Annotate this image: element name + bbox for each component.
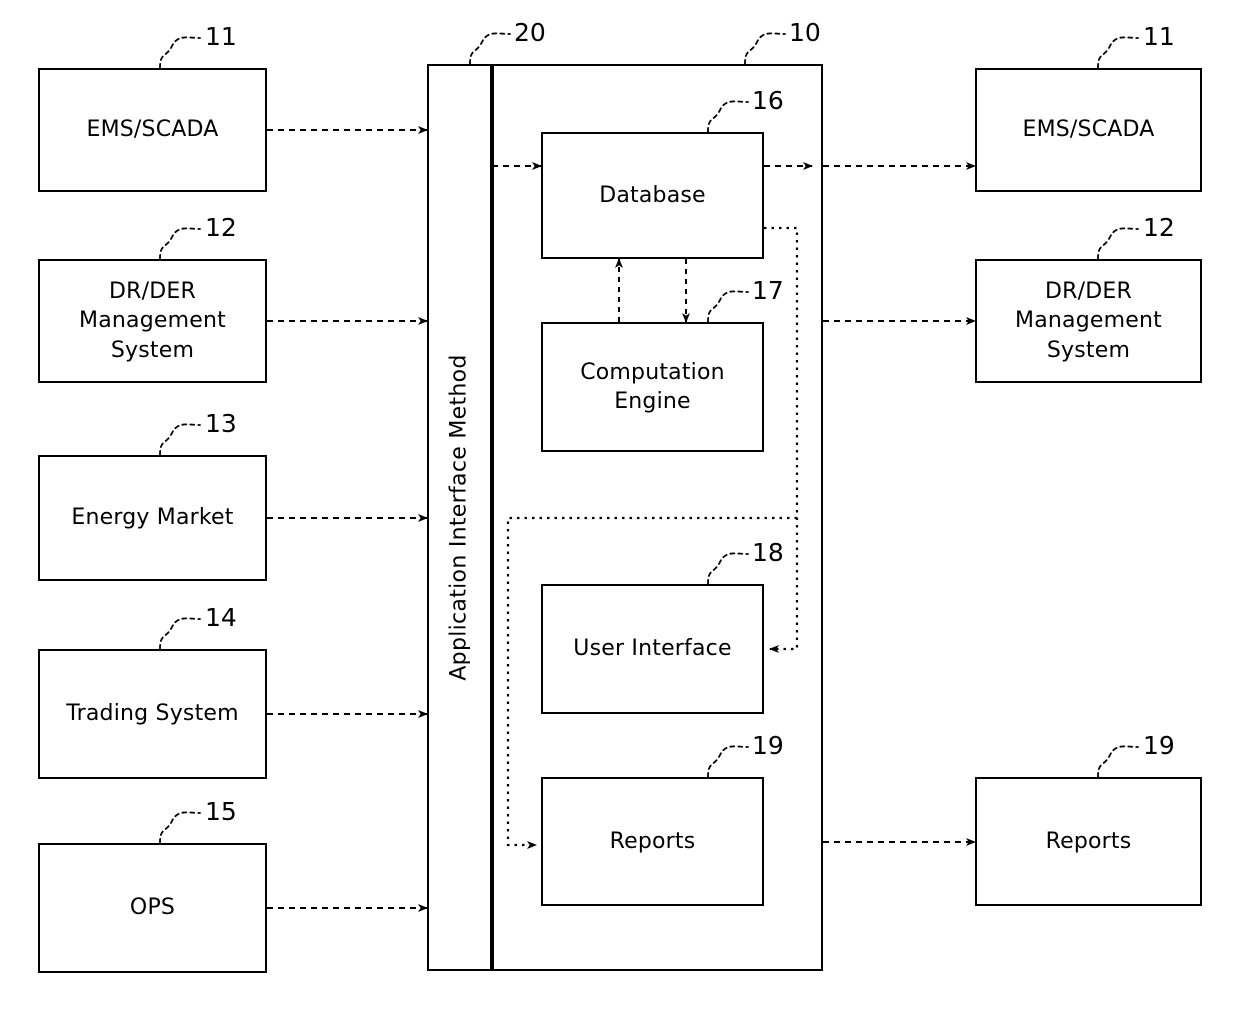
reference-numeral-19-right: 19 (1143, 731, 1175, 760)
leader-20 (469, 32, 511, 65)
box-trading-system: Trading System (38, 649, 267, 779)
leader-14-left (159, 617, 201, 650)
box-label: Computation Engine (580, 359, 725, 414)
box-label: EMS/SCADA (86, 117, 219, 143)
leader-13-left (159, 423, 201, 456)
reference-numeral-19: 19 (752, 731, 784, 760)
figure-canvas: EMS/SCADA DR/DER Management System Energ… (0, 0, 1240, 1018)
reference-numeral-11-right: 11 (1143, 22, 1175, 51)
box-label: Reports (1045, 828, 1132, 854)
leader-19-right (1097, 745, 1139, 778)
reference-numeral-17: 17 (752, 276, 784, 305)
leader-12-right (1097, 227, 1139, 260)
box-label: Trading System (66, 701, 239, 727)
reference-numeral-16: 16 (752, 86, 784, 115)
box-label: Reports (609, 828, 696, 854)
box-label: DR/DER Management System (79, 279, 226, 363)
box-dr-der-right: DR/DER Management System (975, 259, 1202, 383)
box-label: Database (599, 182, 706, 208)
box-ems-scada-left: EMS/SCADA (38, 68, 267, 192)
box-dr-der-left: DR/DER Management System (38, 259, 267, 383)
application-interface-method-label: Application Interface Method (447, 354, 473, 681)
reference-numeral-20: 20 (514, 18, 546, 47)
box-computation-engine: Computation Engine (541, 322, 764, 452)
box-label: EMS/SCADA (1022, 117, 1155, 143)
reference-numeral-11-left: 11 (205, 22, 237, 51)
box-reports-right: Reports (975, 777, 1202, 906)
reference-numeral-18: 18 (752, 538, 784, 567)
box-database: Database (541, 132, 764, 259)
box-ops: OPS (38, 843, 267, 973)
leader-11-left (159, 36, 201, 69)
reference-numeral-12-left: 12 (205, 213, 237, 242)
reference-numeral-13-left: 13 (205, 409, 237, 438)
box-reports-internal: Reports (541, 777, 764, 906)
leader-11-right (1097, 36, 1139, 69)
leader-12-left (159, 227, 201, 260)
reference-numeral-14-left: 14 (205, 603, 237, 632)
reference-numeral-12-right: 12 (1143, 213, 1175, 242)
box-label: DR/DER Management System (1015, 279, 1162, 363)
leader-10 (744, 32, 786, 65)
box-ems-scada-right: EMS/SCADA (975, 68, 1202, 192)
box-label: OPS (129, 895, 176, 921)
box-energy-market: Energy Market (38, 455, 267, 581)
leader-15-left (159, 811, 201, 844)
box-user-interface: User Interface (541, 584, 764, 714)
application-interface-method-bar: Application Interface Method (427, 64, 492, 971)
reference-numeral-10: 10 (789, 18, 821, 47)
box-label: Energy Market (71, 505, 234, 531)
reference-numeral-15-left: 15 (205, 797, 237, 826)
box-label: User Interface (573, 636, 732, 662)
